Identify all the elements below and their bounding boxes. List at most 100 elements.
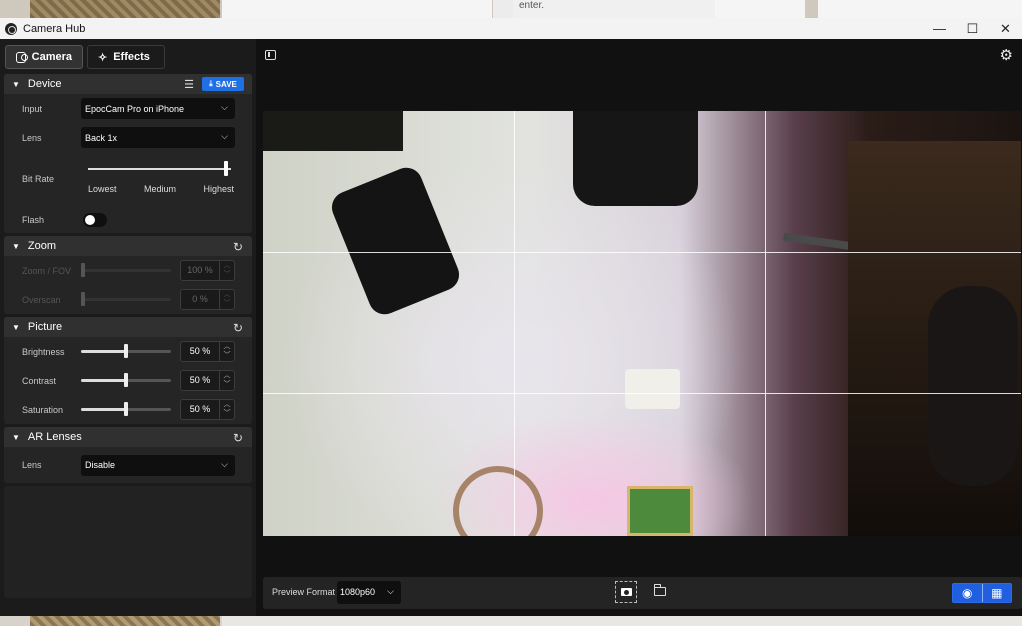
stepper-arrows[interactable]: ︿ ﹀ [219,261,234,280]
stepper-arrows[interactable]: ︿ ﹀ [219,290,234,309]
chevron-down-icon: ⌵ [221,131,228,141]
flash-label: Flash [22,214,45,225]
brightness-slider-fill [81,350,126,353]
desktop-background-bottom [0,616,1022,626]
stepper-arrows[interactable]: ︿ ﹀ [219,400,234,419]
chevron-down-icon[interactable]: ﹀ [220,299,234,308]
reset-icon[interactable]: ↻ [233,321,243,335]
chevron-down-icon: ⌵ [387,586,394,596]
chevron-down-icon[interactable]: ﹀ [220,380,234,389]
brightness-stepper[interactable]: 50 % ︿ ﹀ [180,341,235,362]
zoom-section-header[interactable]: ▼ Zoom ↻ [4,236,252,256]
preview-format-select[interactable]: 1080p60 ⌵ [337,581,401,604]
contrast-stepper[interactable]: 50 % ︿ ﹀ [180,370,235,391]
folder-icon[interactable] [653,584,666,596]
zoom-section-title: Zoom [27,240,57,252]
lens-select[interactable]: Back 1x ⌵ [81,127,235,148]
device-section-header[interactable]: ▼ Device ☰ ⤓ SAVE [4,74,252,94]
reset-icon[interactable]: ↻ [233,431,243,445]
chevron-down-icon[interactable]: ﹀ [220,270,234,279]
save-button[interactable]: ⤓ SAVE [202,77,244,91]
stepper-arrows[interactable]: ︿ ﹀ [219,371,234,390]
zoom-fov-stepper[interactable]: 100 % ︿ ﹀ [180,260,235,281]
contrast-label: Contrast [22,375,57,386]
desktop-text-snippet: enter. [513,0,715,18]
zoom-fov-value: 100 % [187,265,213,275]
saturation-slider[interactable] [81,402,171,416]
grid-line-horizontal [263,393,1021,394]
zoom-section: ▼ Zoom ↻ Zoom / FOV 100 % ︿ ﹀ Overscan 0… [4,236,252,314]
grid-icon[interactable]: ▦ [981,584,1011,602]
mode-tabs: Camera ✧ Effects [0,39,256,74]
tab-camera[interactable]: Camera [5,45,83,69]
chevron-up-icon[interactable]: ︿ [220,342,234,351]
overscan-value: 0 % [192,294,208,304]
ar-lenses-section: ▼ AR Lenses ↻ Lens Disable ⌵ [4,427,252,483]
snapshot-button[interactable] [615,581,637,603]
scene-adapter [625,369,680,409]
input-select[interactable]: EpocCam Pro on iPhone ⌵ [81,98,235,119]
chevron-up-icon[interactable]: ︿ [220,400,234,409]
saturation-value: 50 % [189,404,211,414]
zoom-fov-slider[interactable] [81,263,171,277]
lens-select-value: Back 1x [85,132,118,143]
scene-keyboard [327,162,464,320]
brightness-slider[interactable] [81,344,171,358]
contrast-slider[interactable] [81,373,171,387]
collapse-triangle-icon: ▼ [12,241,20,251]
saturation-row: Saturation 50 % ︿ ﹀ [4,395,252,424]
settings-panel: Camera ✧ Effects ▼ Device ☰ ⤓ SAVE Input [0,39,256,616]
desktop-tile [818,0,1022,18]
overscan-slider[interactable] [81,292,171,306]
desktop-background: enter. [0,0,1022,18]
ar-lenses-section-header[interactable]: ▼ AR Lenses ↻ [4,427,252,447]
picture-section-header[interactable]: ▼ Picture ↻ [4,317,252,337]
gear-icon[interactable]: ⚙ [1000,46,1013,64]
overscan-stepper[interactable]: 0 % ︿ ﹀ [180,289,235,310]
desktop-tile [715,0,805,18]
minimize-button[interactable]: — [923,18,956,39]
reset-icon[interactable]: ↻ [233,240,243,254]
brightness-slider-handle[interactable] [124,344,128,358]
stepper-arrows[interactable]: ︿ ﹀ [219,342,234,361]
magic-wand-icon: ✧ [98,51,108,64]
flash-toggle[interactable] [83,213,107,227]
sidebar-toggle-icon[interactable] [265,50,276,60]
bitrate-slider-handle[interactable] [224,161,228,176]
chevron-down-icon[interactable]: ﹀ [220,409,234,418]
brightness-row: Brightness 50 % ︿ ﹀ [4,337,252,366]
tab-effects[interactable]: ✧ Effects [87,45,165,69]
contrast-slider-handle[interactable] [124,373,128,387]
maximize-button[interactable]: ☐ [956,18,989,39]
app-logo-icon [5,22,17,35]
picture-section-title: Picture [27,321,63,333]
save-label: SAVE [215,79,237,89]
preview-format-value: 1080p60 [340,587,376,597]
saturation-label: Saturation [22,404,64,415]
chevron-down-icon[interactable]: ﹀ [220,351,234,360]
view-toggle: ◉ ▦ [952,583,1012,603]
chevron-up-icon[interactable]: ︿ [220,371,234,380]
zoom-fov-slider-handle[interactable] [81,263,85,277]
ar-lens-select[interactable]: Disable ⌵ [81,454,235,476]
bitrate-slider-track[interactable] [88,168,231,170]
chevron-up-icon[interactable]: ︿ [220,261,234,270]
saturation-stepper[interactable]: 50 % ︿ ﹀ [180,399,235,420]
brightness-value: 50 % [189,346,211,356]
sliders-icon[interactable]: ☰ [184,78,194,91]
overscan-label: Overscan [22,294,61,305]
saturation-slider-handle[interactable] [124,402,128,416]
bottom-toolbar: Preview Format 1080p60 ⌵ ◉ ▦ [263,577,1022,609]
ar-lens-select-value: Disable [85,460,116,470]
tab-effects-label: Effects [113,51,150,63]
desktop-tile [30,616,220,626]
overscan-row: Overscan 0 % ︿ ﹀ [4,285,252,314]
tab-camera-label: Camera [31,51,72,63]
overscan-slider-handle[interactable] [81,292,85,306]
chevron-up-icon[interactable]: ︿ [220,290,234,299]
eye-icon[interactable]: ◉ [953,584,982,602]
close-button[interactable]: ✕ [989,18,1022,39]
scene-tape-roll [453,466,543,536]
grid-line-vertical [765,111,766,536]
empty-panel-area [4,486,252,598]
